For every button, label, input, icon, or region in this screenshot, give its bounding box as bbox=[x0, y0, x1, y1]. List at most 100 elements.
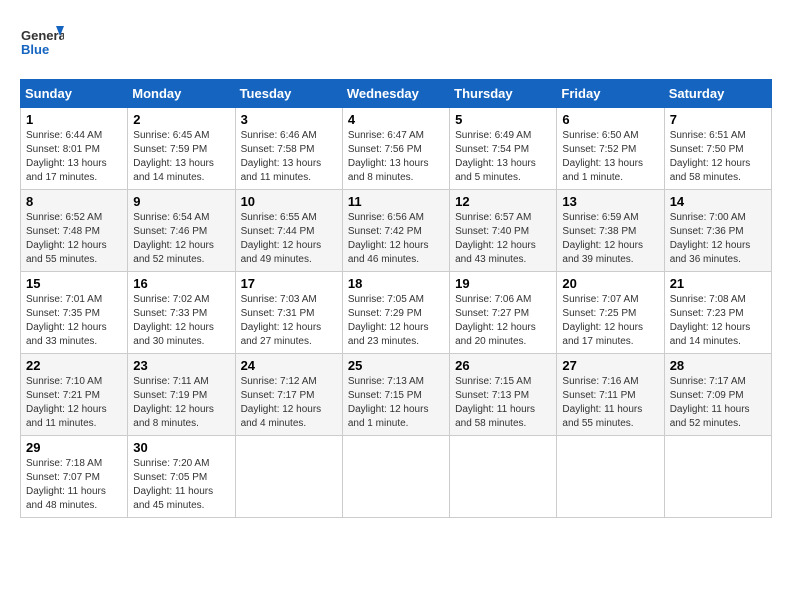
day-info: Sunrise: 7:03 AM Sunset: 7:31 PM Dayligh… bbox=[241, 293, 337, 349]
day-info: Sunrise: 6:49 AM Sunset: 7:54 PM Dayligh… bbox=[455, 129, 551, 185]
calendar-cell: 17 Sunrise: 7:03 AM Sunset: 7:31 PM Dayli… bbox=[235, 271, 342, 353]
day-number: 12 bbox=[455, 194, 551, 209]
calendar-week-1: 1 Sunrise: 6:44 AM Sunset: 8:01 PM Daylig… bbox=[21, 107, 772, 189]
day-number: 28 bbox=[670, 358, 766, 373]
day-number: 30 bbox=[133, 440, 229, 455]
svg-text:General: General bbox=[21, 28, 64, 43]
weekday-header-friday: Friday bbox=[557, 79, 664, 107]
day-number: 1 bbox=[26, 112, 122, 127]
calendar-cell bbox=[235, 435, 342, 517]
day-number: 23 bbox=[133, 358, 229, 373]
day-info: Sunrise: 7:13 AM Sunset: 7:15 PM Dayligh… bbox=[348, 375, 444, 431]
day-number: 17 bbox=[241, 276, 337, 291]
calendar-table: SundayMondayTuesdayWednesdayThursdayFrid… bbox=[20, 79, 772, 518]
calendar-cell: 6 Sunrise: 6:50 AM Sunset: 7:52 PM Daylig… bbox=[557, 107, 664, 189]
day-number: 19 bbox=[455, 276, 551, 291]
calendar-cell: 29Sunrise: 7:18 AM Sunset: 7:07 PM Dayli… bbox=[21, 435, 128, 517]
day-info: Sunrise: 6:47 AM Sunset: 7:56 PM Dayligh… bbox=[348, 129, 444, 185]
day-info: Sunrise: 6:46 AM Sunset: 7:58 PM Dayligh… bbox=[241, 129, 337, 185]
calendar-cell: 18Sunrise: 7:05 AM Sunset: 7:29 PM Dayli… bbox=[342, 271, 449, 353]
day-number: 25 bbox=[348, 358, 444, 373]
calendar-cell: 11Sunrise: 6:56 AM Sunset: 7:42 PM Dayli… bbox=[342, 189, 449, 271]
day-info: Sunrise: 7:06 AM Sunset: 7:27 PM Dayligh… bbox=[455, 293, 551, 349]
logo-graphic: General Blue bbox=[20, 20, 64, 64]
calendar-cell bbox=[557, 435, 664, 517]
calendar-cell: 28 Sunrise: 7:17 AM Sunset: 7:09 PM Dayli… bbox=[664, 353, 771, 435]
weekday-header-thursday: Thursday bbox=[450, 79, 557, 107]
day-info: Sunrise: 7:18 AM Sunset: 7:07 PM Dayligh… bbox=[26, 457, 122, 513]
calendar-cell: 21Sunrise: 7:08 AM Sunset: 7:23 PM Dayli… bbox=[664, 271, 771, 353]
calendar-cell: 7 Sunrise: 6:51 AM Sunset: 7:50 PM Daylig… bbox=[664, 107, 771, 189]
day-number: 7 bbox=[670, 112, 766, 127]
day-info: Sunrise: 6:52 AM Sunset: 7:48 PM Dayligh… bbox=[26, 211, 122, 267]
day-info: Sunrise: 7:05 AM Sunset: 7:29 PM Dayligh… bbox=[348, 293, 444, 349]
weekday-header-monday: Monday bbox=[128, 79, 235, 107]
day-info: Sunrise: 7:15 AM Sunset: 7:13 PM Dayligh… bbox=[455, 375, 551, 431]
day-number: 9 bbox=[133, 194, 229, 209]
day-info: Sunrise: 6:50 AM Sunset: 7:52 PM Dayligh… bbox=[562, 129, 658, 185]
calendar-cell: 16 Sunrise: 7:02 AM Sunset: 7:33 PM Dayli… bbox=[128, 271, 235, 353]
weekday-header-row: SundayMondayTuesdayWednesdayThursdayFrid… bbox=[21, 79, 772, 107]
calendar-cell: 13Sunrise: 6:59 AM Sunset: 7:38 PM Dayli… bbox=[557, 189, 664, 271]
day-number: 2 bbox=[133, 112, 229, 127]
calendar-cell: 4Sunrise: 6:47 AM Sunset: 7:56 PM Daylig… bbox=[342, 107, 449, 189]
calendar-cell: 23Sunrise: 7:11 AM Sunset: 7:19 PM Dayli… bbox=[128, 353, 235, 435]
calendar-cell: 9 Sunrise: 6:54 AM Sunset: 7:46 PM Daylig… bbox=[128, 189, 235, 271]
day-info: Sunrise: 7:07 AM Sunset: 7:25 PM Dayligh… bbox=[562, 293, 658, 349]
calendar-cell: 19 Sunrise: 7:06 AM Sunset: 7:27 PM Dayli… bbox=[450, 271, 557, 353]
day-number: 6 bbox=[562, 112, 658, 127]
day-info: Sunrise: 6:54 AM Sunset: 7:46 PM Dayligh… bbox=[133, 211, 229, 267]
day-info: Sunrise: 6:55 AM Sunset: 7:44 PM Dayligh… bbox=[241, 211, 337, 267]
calendar-cell: 8 Sunrise: 6:52 AM Sunset: 7:48 PM Daylig… bbox=[21, 189, 128, 271]
weekday-header-sunday: Sunday bbox=[21, 79, 128, 107]
day-number: 15 bbox=[26, 276, 122, 291]
calendar-cell: 30Sunrise: 7:20 AM Sunset: 7:05 PM Dayli… bbox=[128, 435, 235, 517]
day-number: 5 bbox=[455, 112, 551, 127]
day-info: Sunrise: 6:57 AM Sunset: 7:40 PM Dayligh… bbox=[455, 211, 551, 267]
day-number: 24 bbox=[241, 358, 337, 373]
day-number: 22 bbox=[26, 358, 122, 373]
day-number: 16 bbox=[133, 276, 229, 291]
day-number: 14 bbox=[670, 194, 766, 209]
calendar-cell: 1 Sunrise: 6:44 AM Sunset: 8:01 PM Daylig… bbox=[21, 107, 128, 189]
logo-container: General Blue bbox=[20, 20, 64, 69]
weekday-header-saturday: Saturday bbox=[664, 79, 771, 107]
calendar-week-5: 29Sunrise: 7:18 AM Sunset: 7:07 PM Dayli… bbox=[21, 435, 772, 517]
day-info: Sunrise: 7:02 AM Sunset: 7:33 PM Dayligh… bbox=[133, 293, 229, 349]
calendar-cell bbox=[664, 435, 771, 517]
calendar-body: 1 Sunrise: 6:44 AM Sunset: 8:01 PM Daylig… bbox=[21, 107, 772, 517]
day-info: Sunrise: 7:01 AM Sunset: 7:35 PM Dayligh… bbox=[26, 293, 122, 349]
day-number: 10 bbox=[241, 194, 337, 209]
day-info: Sunrise: 6:45 AM Sunset: 7:59 PM Dayligh… bbox=[133, 129, 229, 185]
calendar-cell: 26 Sunrise: 7:15 AM Sunset: 7:13 PM Dayli… bbox=[450, 353, 557, 435]
day-info: Sunrise: 7:16 AM Sunset: 7:11 PM Dayligh… bbox=[562, 375, 658, 431]
calendar-cell: 27 Sunrise: 7:16 AM Sunset: 7:11 PM Dayli… bbox=[557, 353, 664, 435]
day-number: 20 bbox=[562, 276, 658, 291]
day-info: Sunrise: 6:44 AM Sunset: 8:01 PM Dayligh… bbox=[26, 129, 122, 185]
calendar-cell: 20 Sunrise: 7:07 AM Sunset: 7:25 PM Dayli… bbox=[557, 271, 664, 353]
calendar-cell: 14 Sunrise: 7:00 AM Sunset: 7:36 PM Dayli… bbox=[664, 189, 771, 271]
day-number: 8 bbox=[26, 194, 122, 209]
calendar-cell bbox=[450, 435, 557, 517]
day-info: Sunrise: 6:51 AM Sunset: 7:50 PM Dayligh… bbox=[670, 129, 766, 185]
day-info: Sunrise: 7:17 AM Sunset: 7:09 PM Dayligh… bbox=[670, 375, 766, 431]
day-info: Sunrise: 7:10 AM Sunset: 7:21 PM Dayligh… bbox=[26, 375, 122, 431]
weekday-header-tuesday: Tuesday bbox=[235, 79, 342, 107]
page-header: General Blue bbox=[20, 20, 772, 69]
day-info: Sunrise: 6:59 AM Sunset: 7:38 PM Dayligh… bbox=[562, 211, 658, 267]
day-info: Sunrise: 6:56 AM Sunset: 7:42 PM Dayligh… bbox=[348, 211, 444, 267]
calendar-cell: 22 Sunrise: 7:10 AM Sunset: 7:21 PM Dayli… bbox=[21, 353, 128, 435]
day-info: Sunrise: 7:12 AM Sunset: 7:17 PM Dayligh… bbox=[241, 375, 337, 431]
calendar-header: SundayMondayTuesdayWednesdayThursdayFrid… bbox=[21, 79, 772, 107]
calendar-cell: 15 Sunrise: 7:01 AM Sunset: 7:35 PM Dayli… bbox=[21, 271, 128, 353]
calendar-week-3: 15 Sunrise: 7:01 AM Sunset: 7:35 PM Dayli… bbox=[21, 271, 772, 353]
day-number: 26 bbox=[455, 358, 551, 373]
day-number: 21 bbox=[670, 276, 766, 291]
calendar-cell: 10 Sunrise: 6:55 AM Sunset: 7:44 PM Dayli… bbox=[235, 189, 342, 271]
calendar-cell bbox=[342, 435, 449, 517]
day-number: 27 bbox=[562, 358, 658, 373]
day-info: Sunrise: 7:00 AM Sunset: 7:36 PM Dayligh… bbox=[670, 211, 766, 267]
calendar-cell: 3Sunrise: 6:46 AM Sunset: 7:58 PM Daylig… bbox=[235, 107, 342, 189]
calendar-week-4: 22 Sunrise: 7:10 AM Sunset: 7:21 PM Dayli… bbox=[21, 353, 772, 435]
calendar-cell: 2 Sunrise: 6:45 AM Sunset: 7:59 PM Daylig… bbox=[128, 107, 235, 189]
